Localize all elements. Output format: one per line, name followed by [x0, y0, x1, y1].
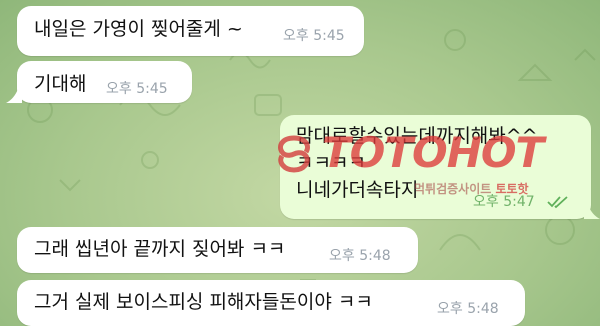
message-line: 니네가더속타지 [296, 179, 419, 201]
message-bubble-incoming[interactable]: 내일은 가영이 찢어줄게 ~ 오후 5:45 [17, 6, 364, 56]
message-time: 오후 5:47 [473, 194, 535, 210]
bubble-tail-icon [6, 89, 22, 103]
message-line: 맘대로할수있는데까지해봐^^ [296, 125, 538, 147]
message-text: 내일은 가영이 찢어줄게 ~ [34, 18, 243, 40]
message-bubble-outgoing[interactable]: 맘대로할수있는데까지해봐^^ ㅋㅋㅋㅋ 니네가더속타지 오후 5:47 [280, 115, 591, 219]
message-bubble-incoming[interactable]: 기대해 오후 5:45 [17, 61, 192, 103]
message-time: 오후 5:45 [106, 81, 168, 97]
message-text: 그거 실제 보이스피싱 피해자들돈이야 ㅋㅋ [34, 291, 373, 313]
message-bubble-incoming[interactable]: 그거 실제 보이스피싱 피해자들돈이야 ㅋㅋ 오후 5:48 [17, 280, 525, 326]
message-time: 오후 5:48 [437, 301, 499, 317]
message-time: 오후 5:48 [329, 248, 391, 264]
message-text: 그래 씹년아 끝까지 짖어봐 ㅋㅋ [34, 238, 286, 260]
double-check-icon [547, 196, 568, 209]
message-line: ㅋㅋㅋㅋ [296, 152, 366, 174]
message-time: 오후 5:45 [283, 28, 345, 44]
bubble-tail-icon [584, 205, 600, 219]
message-text: 기대해 [34, 73, 87, 95]
message-bubble-incoming[interactable]: 그래 씹년아 끝까지 짖어봐 ㅋㅋ 오후 5:48 [17, 227, 418, 273]
